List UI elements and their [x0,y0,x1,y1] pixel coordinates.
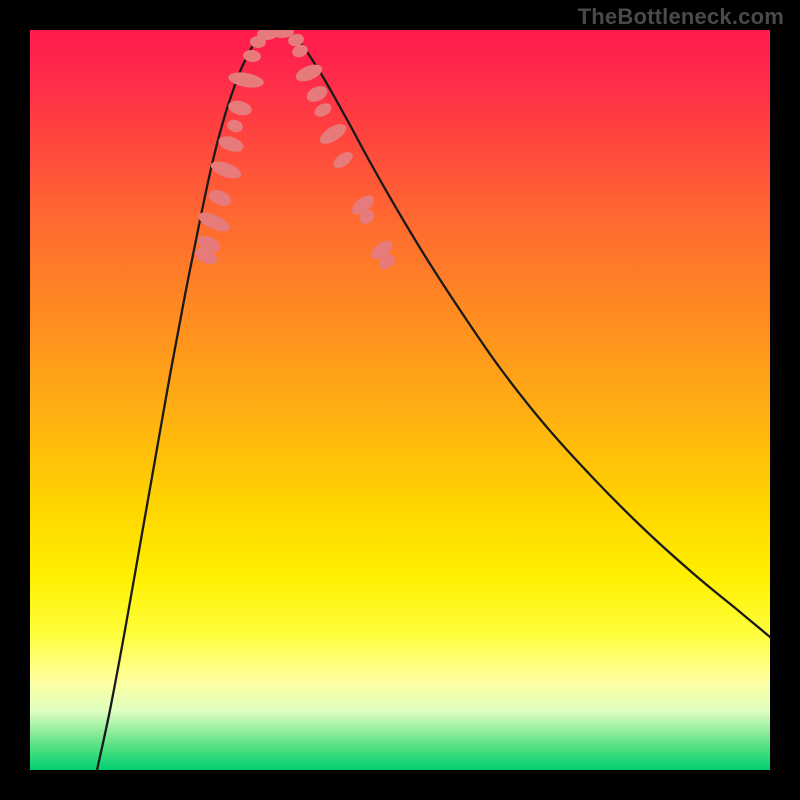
data-bead [226,118,245,134]
left-curve [97,31,272,770]
data-bead [227,98,254,117]
right-curve [288,31,770,637]
data-bead [304,83,330,105]
chart-frame: TheBottleneck.com [0,0,800,800]
data-bead [216,133,245,154]
curves-group [97,31,770,770]
data-bead [312,100,334,119]
beads-right-group [287,32,398,272]
data-bead [206,187,233,209]
data-bead [293,61,324,84]
data-bead [227,70,265,90]
chart-svg [30,30,770,770]
watermark-text: TheBottleneck.com [578,4,784,30]
data-bead [331,149,356,171]
data-bead [317,120,350,148]
